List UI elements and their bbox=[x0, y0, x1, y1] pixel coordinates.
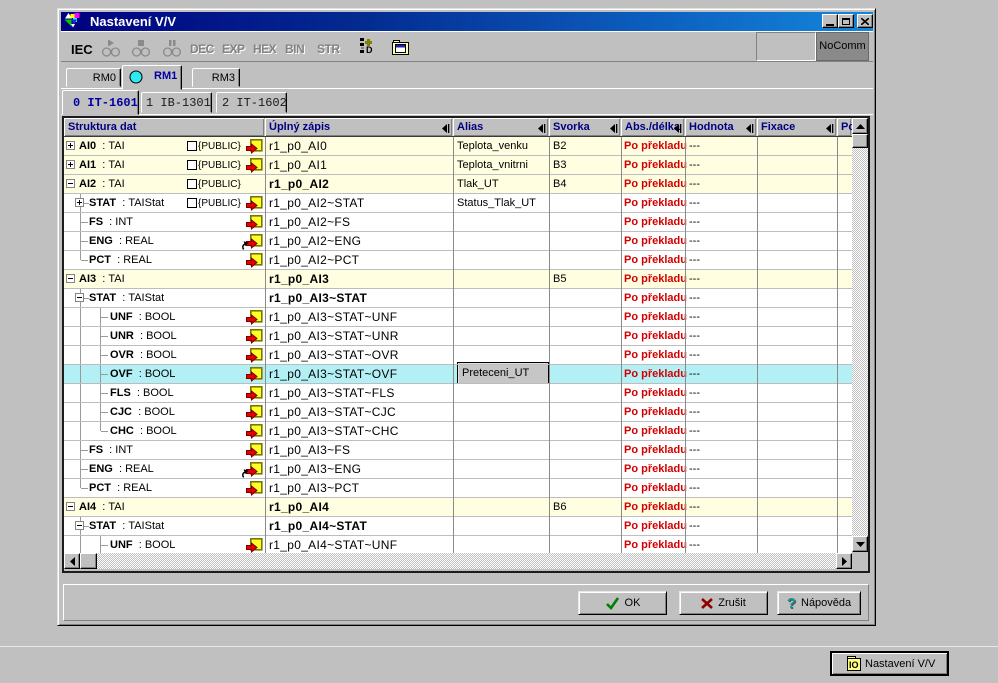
svg-text:D: D bbox=[366, 45, 373, 55]
svg-text:IO: IO bbox=[849, 660, 859, 670]
